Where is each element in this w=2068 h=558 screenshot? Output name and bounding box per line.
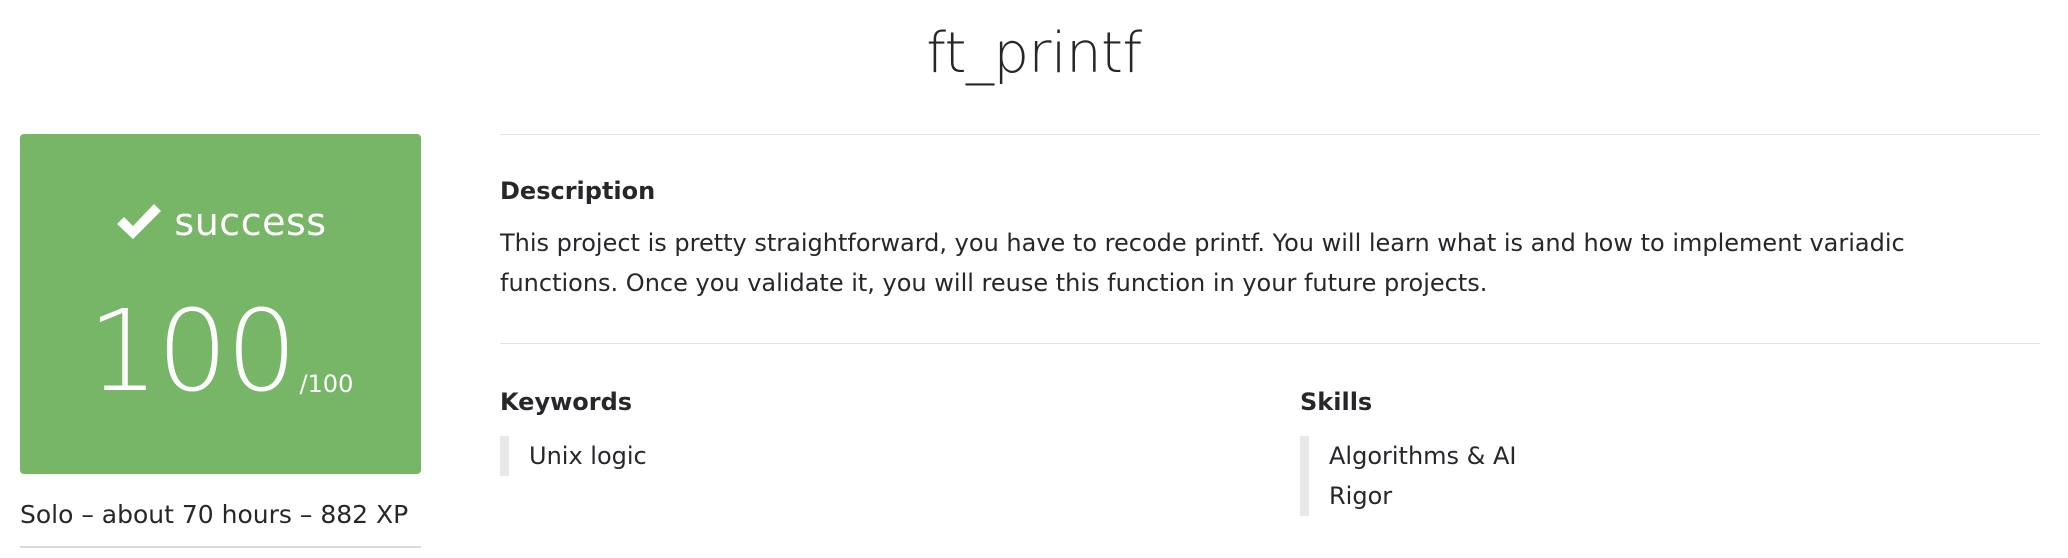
description-text: This project is pretty straightforward, … (500, 229, 1905, 297)
check-icon (117, 204, 162, 239)
keywords-heading: Keywords (500, 388, 633, 416)
score-line: 100 /100 (20, 296, 421, 408)
page-title: ft_printf (926, 21, 1142, 86)
keywords-section: Keywords Unix logic (500, 386, 1280, 476)
description-section: Description This project is pretty strai… (500, 135, 2040, 303)
skill-item: Rigor (1329, 482, 1393, 510)
score-value: 100 (87, 287, 298, 417)
status-text: success (174, 200, 327, 244)
skill-item: Algorithms & AI (1329, 442, 1517, 470)
score-card: success 100 /100 (20, 134, 421, 474)
score-max: /100 (299, 370, 354, 398)
skills-section: Skills Algorithms & AI Rigor (1300, 386, 2040, 516)
keywords-list: Unix logic (500, 436, 1280, 476)
project-summary-panel: success 100 /100 Solo – about 70 hours –… (20, 134, 421, 548)
keyword-item: Unix logic (529, 442, 647, 470)
tags-row: Keywords Unix logic Skills Algorithms & … (500, 344, 2040, 544)
project-meta: Solo – about 70 hours – 882 XP (20, 500, 409, 529)
project-details: Description This project is pretty strai… (500, 134, 2040, 544)
skills-list: Algorithms & AI Rigor (1300, 436, 2040, 516)
skills-heading: Skills (1300, 388, 1373, 416)
status-line: success (20, 198, 421, 246)
left-divider (20, 546, 421, 548)
description-heading: Description (500, 177, 656, 205)
